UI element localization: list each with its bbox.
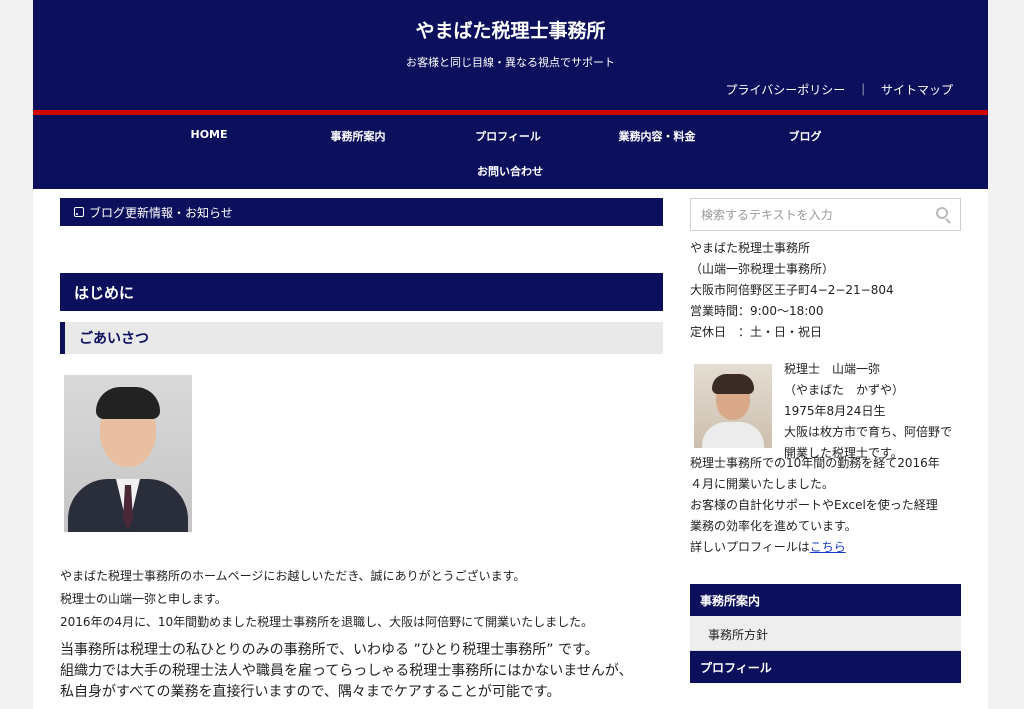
- heading-introduction: はじめに: [60, 273, 663, 311]
- profile-more-text: 詳しいプロフィールは: [690, 540, 810, 554]
- greeting-line: 私自身がすべての業務を直接行いますので、隅々までケアすることが可能です。: [60, 684, 561, 700]
- greeting-line: 当事務所は税理士の私ひとりのみの事務所で、いわゆる ”ひとり税理士事務所” です…: [60, 642, 599, 658]
- blog-updates-label: ブログ更新情報・お知らせ: [89, 205, 233, 220]
- profile-summary: 税理士 山端一弥 （やまばた かずや） 1975年8月24日生 大阪は枚方市で育…: [690, 362, 961, 460]
- profile-line: 業務の効率化を進めています。: [690, 519, 857, 533]
- profile-more: 詳しいプロフィールはこちら: [690, 537, 961, 558]
- greeting-line: 税理士の山端一弥と申します。: [60, 592, 227, 606]
- greeting-paragraph-1: やまばた税理士事務所のホームページにお越しいただき、誠にありがとうございます。 …: [60, 565, 663, 634]
- page: やまばた税理士事務所 お客様と同じ目線・異なる視点でサポート プライバシーポリシ…: [33, 0, 988, 709]
- profile-line: お客様の自計化サポートやExcelを使った経理: [690, 498, 938, 512]
- office-info-line: やまばた税理士事務所: [690, 241, 811, 255]
- greeting-line: 組織力では大手の税理士法人や職員を雇ってらっしゃる税理士事務所にはかないませんが…: [60, 663, 633, 679]
- office-info-line: 大阪市阿倍野区王子町4−2−21−804: [690, 283, 894, 297]
- blog-updates-bar[interactable]: ブログ更新情報・お知らせ: [60, 198, 663, 226]
- nav-home[interactable]: HOME: [149, 128, 269, 141]
- main-nav: HOME 事務所案内 プロフィール 業務内容・料金 ブログ お問い合わせ: [33, 115, 988, 189]
- site-title[interactable]: やまばた税理士事務所: [33, 16, 988, 43]
- sidebar-office-heading: 事務所案内: [690, 584, 961, 616]
- nav-contact[interactable]: お問い合わせ: [450, 163, 570, 179]
- greeting-line: 2016年の4月に、10年間勤めました税理士事務所を退職し、大阪は阿倍野にて開業…: [60, 615, 594, 629]
- utility-separator: ｜: [857, 83, 870, 97]
- search-box: [690, 198, 961, 231]
- greeting-paragraph-2: 当事務所は税理士の私ひとりのみの事務所で、いわゆる ”ひとり税理士事務所” です…: [60, 640, 663, 703]
- site-header: やまばた税理士事務所 お客様と同じ目線・異なる視点でサポート プライバシーポリシ…: [33, 0, 988, 110]
- subheading-greeting: ごあいさつ: [60, 322, 663, 354]
- profile-line: （やまばた かずや）: [784, 383, 905, 397]
- sidebar-profile-heading: プロフィール: [690, 651, 961, 683]
- main-content: ブログ更新情報・お知らせ はじめに ごあいさつ やまばた税理士事務所のホームペー…: [60, 198, 663, 703]
- sidebar-item-office-policy[interactable]: 事務所方針: [690, 616, 961, 651]
- office-info: やまばた税理士事務所 （山端一弥税理士事務所） 大阪市阿倍野区王子町4−2−21…: [690, 238, 961, 343]
- site-tagline: お客様と同じ目線・異なる視点でサポート: [406, 56, 615, 69]
- profile-lines: 税理士 山端一弥 （やまばた かずや） 1975年8月24日生 大阪は枚方市で育…: [784, 359, 952, 464]
- profile-line: 1975年8月24日生: [784, 404, 886, 418]
- profile-thumbnail: [694, 364, 772, 448]
- profile-line: 大阪は枚方市で育ち、阿倍野で: [784, 425, 953, 439]
- office-info-line: （山端一弥税理士事務所）: [690, 262, 835, 276]
- search-icon[interactable]: [936, 207, 948, 219]
- nav-services-fees[interactable]: 業務内容・料金: [597, 128, 717, 144]
- nav-profile[interactable]: プロフィール: [448, 128, 568, 144]
- utility-links: プライバシーポリシー ｜ サイトマップ: [726, 81, 953, 98]
- sidebar: やまばた税理士事務所 （山端一弥税理士事務所） 大阪市阿倍野区王子町4−2−21…: [690, 198, 961, 683]
- portrait-photo: [64, 375, 192, 532]
- sitemap-link[interactable]: サイトマップ: [881, 83, 953, 97]
- profile-line: ４月に開業いたしました。: [690, 477, 835, 491]
- rss-icon: [74, 207, 84, 217]
- nav-office[interactable]: 事務所案内: [298, 128, 418, 144]
- profile-line: 開業した税理士です。: [784, 446, 903, 460]
- office-info-line: 定休日 ：土・日・祝日: [690, 325, 823, 339]
- profile-more-link[interactable]: こちら: [810, 540, 846, 554]
- profile-description: 税理士事務所での10年間の勤務を経て2016年 ４月に開業いたしました。 お客様…: [690, 453, 961, 558]
- nav-blog[interactable]: ブログ: [745, 128, 865, 144]
- privacy-policy-link[interactable]: プライバシーポリシー: [726, 83, 846, 97]
- office-info-line: 営業時間：9:00〜18:00: [690, 304, 824, 318]
- profile-line: 税理士 山端一弥: [784, 362, 881, 376]
- search-input[interactable]: [691, 199, 921, 230]
- greeting-line: やまばた税理士事務所のホームページにお越しいただき、誠にありがとうございます。: [60, 569, 526, 583]
